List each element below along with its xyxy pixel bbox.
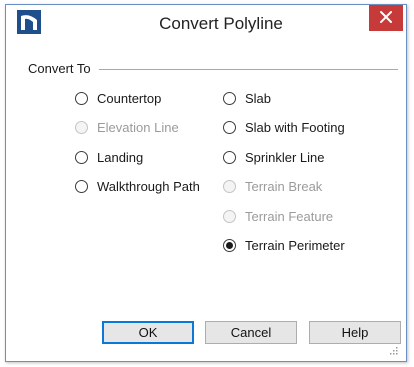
help-button[interactable]: Help [309, 321, 401, 344]
radio-circle [223, 238, 236, 252]
radio-terrain-feature: Terrain Feature [223, 206, 333, 226]
radio-label: Walkthrough Path [97, 178, 200, 194]
resize-grip-icon[interactable] [388, 343, 398, 355]
radio-label: Slab [245, 90, 272, 106]
title-bar[interactable]: Convert Polyline [6, 5, 406, 44]
convert-to-group: Convert To [28, 61, 398, 76]
dialog-body: Convert To Countertop Elevation Line Lan… [12, 45, 401, 355]
radio-circle [223, 150, 236, 164]
radio-sprinkler-line[interactable]: Sprinkler Line [223, 147, 325, 167]
group-label: Convert To [28, 61, 91, 76]
radio-circle [223, 91, 236, 105]
radio-circle [75, 150, 88, 164]
radio-circle [223, 120, 236, 134]
radio-circle [223, 209, 236, 223]
radio-circle [75, 179, 88, 193]
dialog-title: Convert Polyline [159, 14, 283, 33]
close-button[interactable] [369, 5, 403, 31]
radio-label: Elevation Line [97, 119, 179, 135]
convert-polyline-dialog: Convert Polyline Convert To Countertop E… [5, 4, 407, 362]
radio-label: Terrain Break [245, 178, 323, 194]
app-logo-icon [17, 10, 41, 34]
radio-label: Terrain Perimeter [245, 237, 345, 253]
radio-circle [223, 179, 236, 193]
radio-slab-with-footing[interactable]: Slab with Footing [223, 117, 345, 137]
radio-label: Landing [97, 149, 144, 165]
radio-circle [75, 91, 88, 105]
radio-label: Countertop [97, 90, 162, 106]
radio-elevation-line: Elevation Line [75, 117, 179, 137]
radio-label: Terrain Feature [245, 208, 334, 224]
radio-circle [75, 120, 88, 134]
radio-label: Slab with Footing [245, 119, 345, 135]
group-divider [98, 69, 398, 70]
radio-terrain-perimeter[interactable]: Terrain Perimeter [223, 235, 345, 255]
radio-walkthrough-path[interactable]: Walkthrough Path [75, 176, 200, 196]
radio-terrain-break: Terrain Break [223, 176, 322, 196]
radio-countertop[interactable]: Countertop [75, 88, 161, 108]
radio-label: Sprinkler Line [245, 149, 325, 165]
ok-button[interactable]: OK [102, 321, 194, 344]
radio-slab[interactable]: Slab [223, 88, 271, 108]
close-icon [379, 10, 393, 26]
radio-landing[interactable]: Landing [75, 147, 143, 167]
radio-selected-dot [226, 241, 233, 249]
cancel-button[interactable]: Cancel [205, 321, 297, 344]
